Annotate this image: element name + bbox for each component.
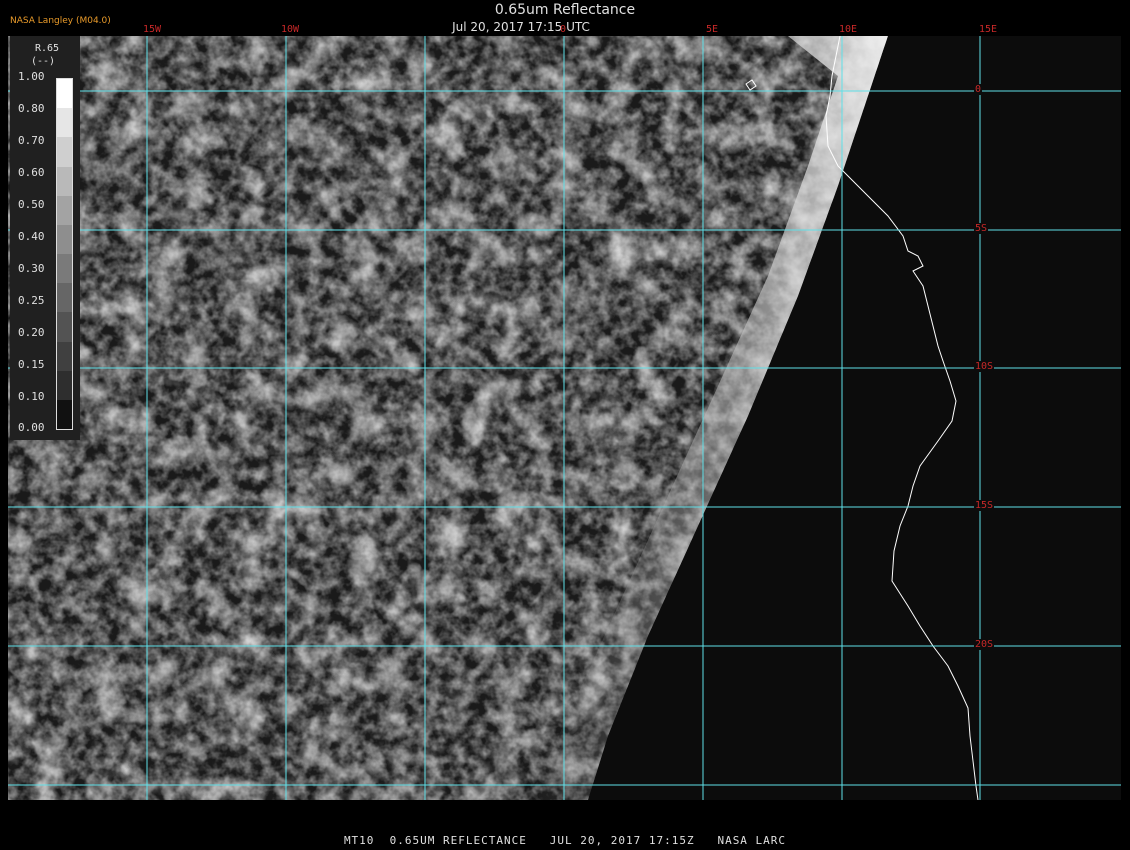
lon-label-15e: 15E [978, 24, 998, 35]
legend-tick: 0.15 [18, 358, 45, 371]
legend-tick: 0.60 [18, 166, 45, 179]
legend-unit: (--) [31, 56, 56, 67]
legend-tick: 0.80 [18, 102, 45, 115]
legend-tick: 0.20 [18, 326, 45, 339]
lon-label-5e: 5E [705, 24, 719, 35]
image-title: 0.65um Reflectance [494, 2, 636, 18]
legend-tick: 0.00 [18, 421, 45, 434]
lon-label-10e: 10E [838, 24, 858, 35]
legend-tick: 0.25 [18, 294, 45, 307]
lon-label-10w: 10W [280, 24, 300, 35]
lat-label-10s: 10S [974, 361, 995, 372]
legend-tick: 0.70 [18, 134, 45, 147]
lon-label-15w: 15W [142, 24, 162, 35]
satellite-image [8, 36, 1121, 800]
legend-tick: 0.40 [18, 230, 45, 243]
legend-tick: 0.10 [18, 390, 45, 403]
legend-variable: R.65 [35, 43, 60, 54]
header: NASA Langley (M04.0) 0.65um Reflectance … [0, 0, 1130, 36]
legend-tick: 1.00 [18, 70, 45, 83]
lat-label-20s: 20S [974, 639, 995, 650]
lat-label-5s: 5S [974, 223, 989, 234]
legend-tick: 0.50 [18, 198, 45, 211]
footer-caption: MT10 0.65UM REFLECTANCE JUL 20, 2017 17:… [343, 834, 787, 847]
legend-tick: 0.30 [18, 262, 45, 275]
lat-label-0: 0 [974, 84, 983, 95]
lon-label-0: 0 [559, 24, 567, 35]
color-legend: R.65 (--) 1.00 0.80 0.70 0.60 0.50 0.40 … [10, 36, 80, 440]
lat-label-15s: 15S [974, 500, 995, 511]
legend-colorbar [56, 78, 73, 430]
map-svg [8, 36, 1121, 800]
